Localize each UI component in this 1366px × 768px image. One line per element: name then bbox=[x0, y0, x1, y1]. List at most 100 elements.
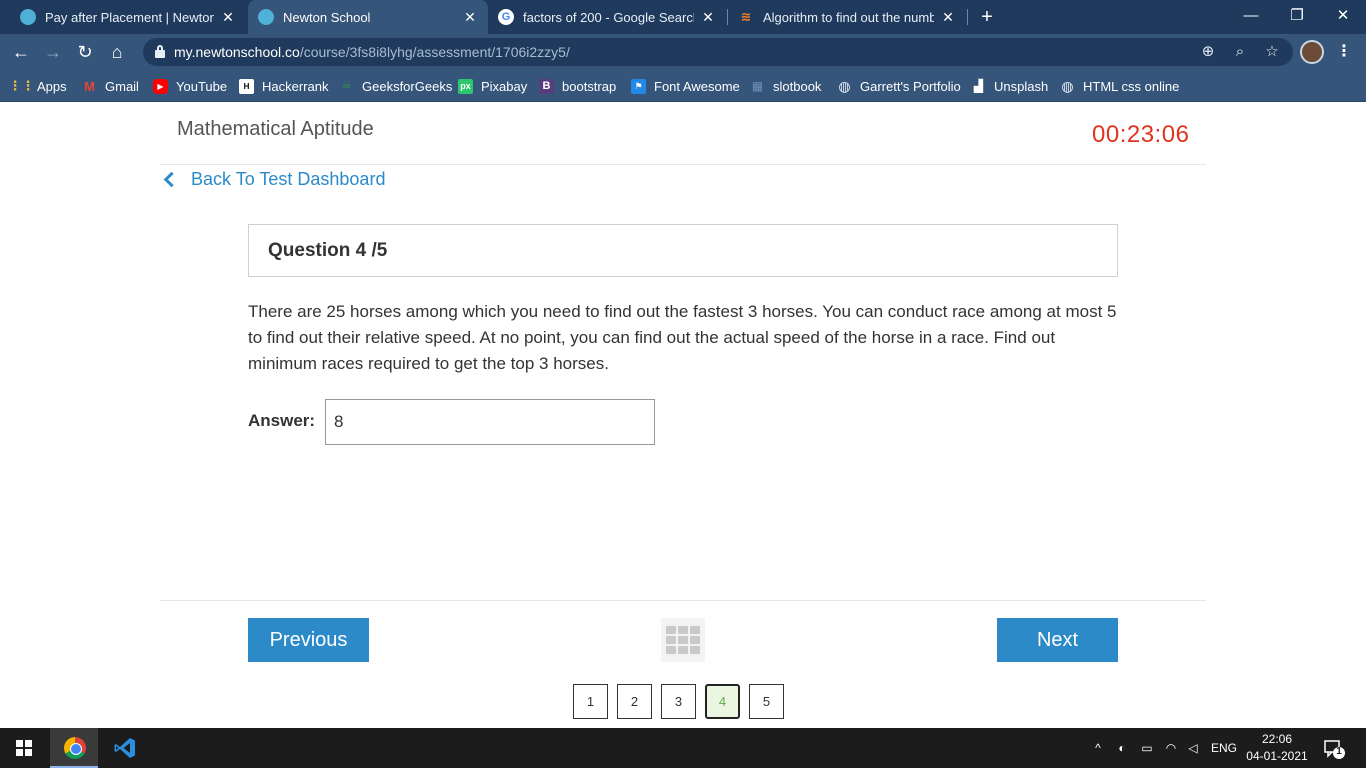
bookmark-label: bootstrap bbox=[562, 78, 617, 94]
bookmark-geeksforgeeks[interactable]: ∞ GeeksforGeeks bbox=[339, 76, 453, 96]
browser-tab-1[interactable]: Pay after Placement | Newton Sch ✕ bbox=[10, 0, 246, 34]
restore-icon[interactable]: ❐ bbox=[1274, 0, 1320, 34]
bookmark-html-css-online[interactable]: ◍ HTML css online bbox=[1060, 76, 1179, 96]
notification-count: 1 bbox=[1336, 746, 1342, 757]
hackerrank-icon: H bbox=[239, 78, 254, 94]
lock-icon bbox=[155, 45, 165, 58]
weather-icon[interactable]: ◐ bbox=[1114, 738, 1130, 758]
browser-tab-2[interactable]: Newton School ✕ bbox=[248, 0, 488, 34]
bookmark-label: Gmail bbox=[105, 78, 139, 94]
newton-shield-icon bbox=[258, 9, 274, 25]
answer-input[interactable] bbox=[325, 399, 655, 445]
tab-title: Algorithm to find out the numbe bbox=[763, 9, 934, 25]
bookmark-label: Garrett's Portfolio bbox=[860, 78, 961, 94]
browser-toolbar: ← → ↻ ⌂ my.newtonschool.co/course/3fs8i8… bbox=[0, 34, 1366, 70]
question-text: There are 25 horses among which you need… bbox=[248, 302, 1117, 373]
tab-separator bbox=[967, 9, 968, 25]
tab-title: Pay after Placement | Newton Sch bbox=[45, 9, 214, 25]
forward-arrow-icon[interactable]: → bbox=[39, 38, 67, 66]
minimize-icon[interactable]: — bbox=[1228, 0, 1274, 34]
bookmark-label: GeeksforGeeks bbox=[362, 78, 453, 94]
slotbook-icon: ▦ bbox=[751, 79, 764, 93]
close-tab-icon[interactable]: ✕ bbox=[940, 9, 956, 26]
browser-menu-icon[interactable]: ⋮ bbox=[1334, 40, 1354, 64]
header-divider bbox=[160, 164, 1206, 165]
bookmark-youtube[interactable]: ▶ YouTube bbox=[153, 76, 227, 96]
bookmark-label: Apps bbox=[37, 78, 67, 94]
bookmark-star-icon[interactable]: ☆ bbox=[1261, 42, 1283, 62]
battery-icon[interactable]: ▭ bbox=[1138, 738, 1156, 758]
pixabay-icon: px bbox=[458, 78, 473, 94]
countdown-timer: 00:23:06 bbox=[1092, 121, 1190, 148]
bookmark-label: YouTube bbox=[176, 78, 228, 94]
system-clock[interactable]: 22:06 04-01-2021 bbox=[1244, 731, 1310, 765]
taskbar-vscode[interactable] bbox=[100, 728, 148, 768]
url-text: my.newtonschool.co/course/3fs8i8lyhg/ass… bbox=[174, 44, 570, 60]
browser-tab-4[interactable]: ≋ Algorithm to find out the numbe ✕ bbox=[728, 0, 966, 34]
bookmark-apps[interactable]: ⋮⋮ Apps bbox=[8, 76, 67, 96]
volume-icon[interactable]: ◁ bbox=[1184, 738, 1202, 758]
back-to-dashboard-link[interactable]: Back To Test Dashboard bbox=[160, 168, 385, 190]
bootstrap-icon: B bbox=[539, 78, 554, 94]
wifi-icon[interactable]: ◠ bbox=[1162, 738, 1180, 758]
question-number: Question 4 /5 bbox=[268, 240, 388, 261]
footer-divider bbox=[160, 600, 1206, 601]
clock-date: 04-01-2021 bbox=[1246, 749, 1308, 763]
previous-button[interactable]: Previous bbox=[248, 618, 369, 662]
new-tab-button[interactable]: + bbox=[976, 4, 998, 30]
language-indicator[interactable]: ENG bbox=[1208, 738, 1240, 758]
bookmark-label: HTML css online bbox=[1083, 78, 1180, 94]
page-button-5[interactable]: 5 bbox=[749, 684, 784, 719]
taskbar-chrome[interactable] bbox=[50, 728, 98, 768]
url-path: /course/3fs8i8lyhg/assessment/1706i2zzy5… bbox=[299, 44, 570, 60]
next-button[interactable]: Next bbox=[997, 618, 1118, 662]
windows-taskbar: ^ ◐ ▭ ◠ ◁ ENG 22:06 04-01-2021 1 bbox=[0, 728, 1366, 768]
vscode-icon bbox=[114, 738, 135, 758]
chevron-left-icon bbox=[163, 171, 180, 187]
bookmark-bootstrap[interactable]: Bbootstrap bbox=[539, 76, 616, 96]
google-icon: G bbox=[498, 9, 514, 25]
bookmark-pixabay[interactable]: px Pixabay bbox=[458, 76, 527, 96]
bookmark-font-awesome[interactable]: ⚑ Font Awesome bbox=[631, 76, 740, 96]
browser-tab-strip: Pay after Placement | Newton Sch ✕ Newto… bbox=[0, 0, 1366, 34]
youtube-icon: ▶ bbox=[153, 78, 168, 94]
page-button-1[interactable]: 1 bbox=[573, 684, 608, 719]
install-app-icon[interactable]: ⊕ bbox=[1197, 42, 1219, 62]
close-window-icon[interactable]: ✕ bbox=[1320, 0, 1366, 34]
notification-center-icon[interactable]: 1 bbox=[1322, 738, 1346, 760]
page-button-3[interactable]: 3 bbox=[661, 684, 696, 719]
question-header: Question 4 /5 bbox=[248, 224, 1118, 277]
page-button-4[interactable]: 4 bbox=[705, 684, 740, 719]
windows-start-icon[interactable] bbox=[16, 740, 32, 756]
bookmark-hackerrank[interactable]: H Hackerrank bbox=[239, 76, 328, 96]
zoom-icon[interactable]: ⌕ bbox=[1229, 42, 1251, 62]
bookmark-gmail[interactable]: M Gmail bbox=[82, 76, 139, 96]
profile-avatar[interactable] bbox=[1300, 40, 1324, 64]
back-arrow-icon[interactable]: ← bbox=[7, 38, 35, 66]
bookmark-garretts-portfolio[interactable]: ◍ Garrett's Portfolio bbox=[837, 76, 961, 96]
flag-icon: ⚑ bbox=[631, 78, 646, 94]
browser-tab-3[interactable]: G factors of 200 - Google Search ✕ bbox=[488, 0, 726, 34]
bookmark-label: Unsplash bbox=[994, 78, 1049, 94]
tab-title: factors of 200 - Google Search bbox=[523, 9, 694, 25]
question-grid-icon[interactable] bbox=[661, 618, 705, 662]
clock-time: 22:06 bbox=[1261, 732, 1293, 746]
close-tab-icon[interactable]: ✕ bbox=[462, 9, 478, 26]
gmail-icon: M bbox=[84, 78, 95, 94]
close-tab-icon[interactable]: ✕ bbox=[220, 9, 236, 26]
bookmark-label: slotbook bbox=[773, 78, 822, 94]
bookmark-unsplash[interactable]: ▟ Unsplash bbox=[971, 76, 1048, 96]
back-link-label: Back To Test Dashboard bbox=[191, 168, 386, 189]
page-title: Mathematical Aptitude bbox=[177, 118, 374, 140]
stackoverflow-icon: ≋ bbox=[740, 9, 752, 24]
address-bar[interactable]: my.newtonschool.co/course/3fs8i8lyhg/ass… bbox=[143, 38, 1293, 66]
reload-icon[interactable]: ↻ bbox=[71, 38, 99, 66]
home-icon[interactable]: ⌂ bbox=[103, 38, 131, 66]
apps-grid-icon: ⋮⋮ bbox=[8, 78, 35, 93]
bookmarks-bar: ⋮⋮ Apps M Gmail ▶ YouTube H Hackerrank ∞ Geek… bbox=[0, 70, 1366, 102]
page-button-2[interactable]: 2 bbox=[617, 684, 652, 719]
tab-title: Newton School bbox=[283, 9, 371, 25]
bookmark-slotbook[interactable]: ▦ slotbook bbox=[750, 76, 822, 96]
tray-overflow-icon[interactable]: ^ bbox=[1090, 738, 1106, 758]
close-tab-icon[interactable]: ✕ bbox=[700, 9, 716, 26]
